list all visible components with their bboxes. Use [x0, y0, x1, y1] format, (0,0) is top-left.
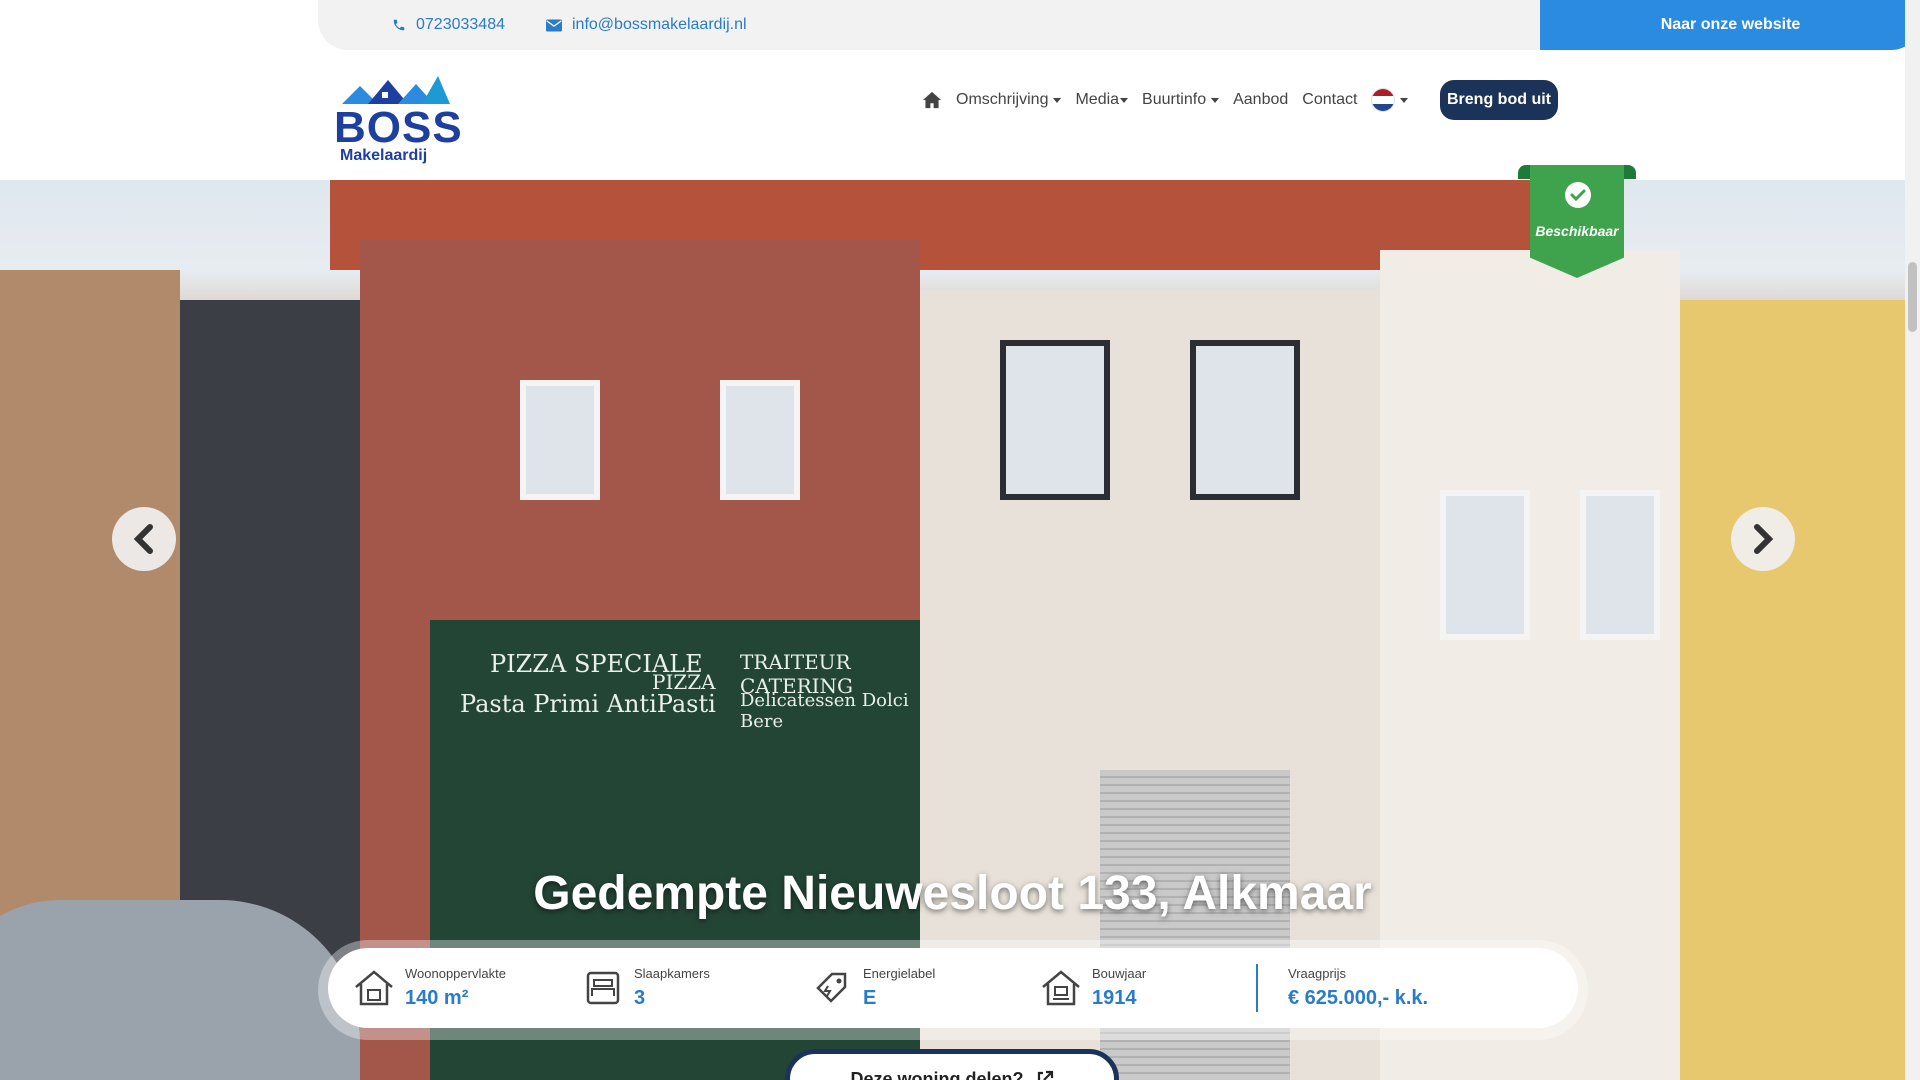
external-link-icon	[1037, 1070, 1053, 1080]
email-link[interactable]: info@bossmakelaardij.nl	[546, 0, 747, 50]
house-year-icon	[1039, 966, 1083, 1010]
nav-buurtinfo-label: Buurtinfo	[1142, 91, 1207, 108]
place-bid-button[interactable]: Breng bod uit	[1440, 80, 1558, 120]
shop-sign-line: Delicatessen Dolci Bere	[740, 690, 909, 732]
share-label: Deze woning delen?	[850, 1068, 1024, 1080]
email-address: info@bossmakelaardij.nl	[572, 16, 747, 33]
stat-value: 1914	[1092, 987, 1137, 1009]
scrollbar-thumb[interactable]	[1908, 262, 1917, 332]
nav-contact[interactable]: Contact	[1302, 91, 1357, 109]
property-stats-panel: Woonoppervlakte 140 m² Slaapkamers 3 Ene…	[328, 948, 1578, 1028]
nav-buurtinfo[interactable]: Buurtinfo	[1142, 91, 1220, 109]
phone-icon	[393, 19, 405, 31]
stat-build-year: Bouwjaar 1914	[1039, 948, 1146, 1028]
chevron-down-icon	[1053, 97, 1062, 103]
verified-badge-icon	[1565, 182, 1591, 208]
stat-value: E	[863, 987, 877, 1009]
window	[1190, 340, 1300, 500]
window	[520, 380, 600, 500]
stat-label: Woonoppervlakte	[405, 966, 506, 981]
language-selector[interactable]	[1371, 88, 1409, 112]
availability-status: Beschikbaar	[1535, 223, 1619, 239]
website-button[interactable]: Naar onze website	[1540, 0, 1920, 50]
logo-brand-text: BOSS	[334, 103, 463, 152]
energy-tag-icon	[810, 966, 854, 1010]
share-property-button[interactable]: Deze woning delen?	[785, 1049, 1119, 1080]
top-contact-bar: 0723033484 info@bossmakelaardij.nl Naar …	[318, 0, 1920, 50]
asking-price: € 625.000,- k.k.	[1288, 987, 1429, 1009]
house-area-icon	[352, 966, 396, 1010]
stat-label: Vraagprijs	[1288, 966, 1347, 981]
carousel-prev-button[interactable]	[112, 507, 176, 571]
property-address: Gedempte Nieuwesloot 133, Alkmaar	[533, 867, 1372, 920]
stat-value: 140 m²	[405, 987, 469, 1009]
page-scrollbar[interactable]	[1905, 0, 1920, 1080]
shop-sign-line: Pasta Primi AntiPasti	[460, 690, 716, 718]
stat-label: Energielabel	[863, 966, 936, 981]
shop-sign-logo: PIZZA	[652, 670, 716, 694]
window	[1440, 490, 1530, 640]
window	[720, 380, 800, 500]
stat-energy-label: Energielabel E	[810, 948, 935, 1028]
carousel-next-button[interactable]	[1731, 507, 1795, 571]
availability-ribbon: Beschikbaar	[1518, 165, 1636, 280]
chevron-down-icon	[1120, 97, 1129, 103]
window	[1000, 340, 1110, 500]
nav-home[interactable]	[922, 91, 942, 109]
stat-value: 3	[634, 987, 646, 1009]
property-stats-bar: Woonoppervlakte 140 m² Slaapkamers 3 Ene…	[318, 940, 1588, 1040]
home-icon	[923, 91, 941, 109]
phone-link[interactable]: 0723033484	[392, 0, 505, 50]
stat-asking-price: Vraagprijs € 625.000,- k.k.	[1288, 948, 1428, 1028]
dutch-flag-icon	[1371, 88, 1396, 112]
window	[1580, 490, 1660, 640]
chevron-down-icon	[1400, 97, 1409, 103]
building	[1680, 300, 1905, 1080]
stat-bedrooms: Slaapkamers 3	[581, 948, 710, 1028]
chevron-down-icon	[1211, 97, 1220, 103]
nav-omschrijving[interactable]: Omschrijving	[956, 91, 1062, 109]
nav-aanbod-label: Aanbod	[1233, 91, 1289, 108]
logo-sub-text: Makelaardij	[340, 147, 428, 164]
stat-label: Bouwjaar	[1092, 966, 1147, 981]
bed-icon	[581, 966, 625, 1010]
chevron-right-icon	[1754, 524, 1774, 554]
stat-label: Slaapkamers	[634, 966, 710, 981]
stat-living-area: Woonoppervlakte 140 m²	[352, 948, 506, 1028]
phone-number: 0723033484	[416, 16, 505, 33]
nav-omschrijving-label: Omschrijving	[956, 91, 1049, 108]
nav-media[interactable]: Media	[1075, 91, 1129, 109]
nav-contact-label: Contact	[1302, 91, 1358, 108]
nav-aanbod[interactable]: Aanbod	[1233, 91, 1288, 109]
envelope-icon	[546, 19, 562, 31]
stats-divider	[1256, 964, 1258, 1012]
main-nav: Omschrijving Media Buurtinfo Aanbod Cont…	[922, 80, 1422, 120]
chevron-left-icon	[133, 524, 153, 554]
nav-media-label: Media	[1075, 91, 1120, 108]
boss-logo[interactable]: BOSS Makelaardij	[332, 72, 462, 172]
